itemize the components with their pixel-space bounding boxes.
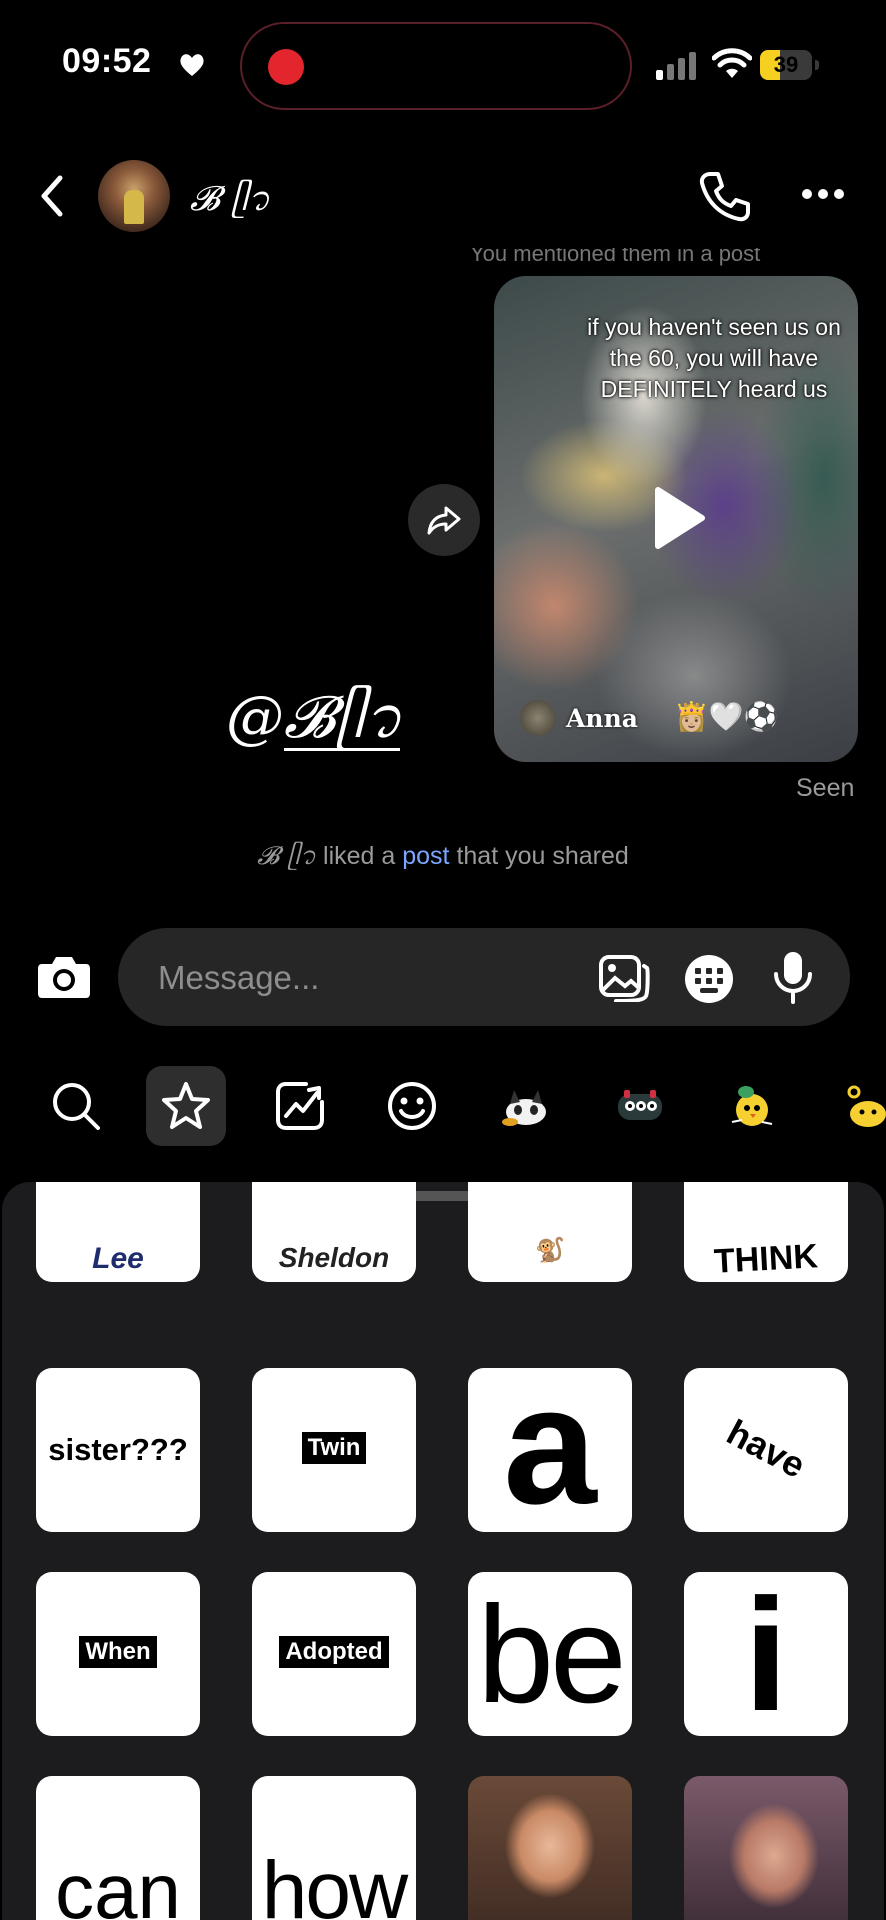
cat-sticker-tab-icon[interactable] — [500, 1084, 552, 1128]
status-time: 09:52 — [62, 42, 152, 80]
wifi-icon — [712, 48, 752, 78]
keyboard-sticker-icon[interactable] — [684, 954, 734, 1004]
activity-suffix: that you shared — [449, 842, 629, 870]
sticker-tile[interactable]: Twin — [252, 1368, 416, 1532]
cellular-signal-icon — [656, 52, 696, 80]
battery-indicator: 39 — [760, 50, 820, 80]
activity-notice: 𝓑 ᥫ᭡ liked a post that you shared — [0, 838, 886, 883]
sticker-tile[interactable]: have — [684, 1368, 848, 1532]
smiley-icon — [388, 1082, 436, 1130]
trending-icon — [276, 1082, 324, 1130]
mention-message[interactable]: @𝓑ᥫ᭡ — [226, 676, 402, 780]
sticker-text: a — [503, 1368, 597, 1532]
video-author: Anna — [566, 704, 638, 733]
message-composer — [118, 928, 850, 1026]
sticker-tile[interactable]: be — [468, 1572, 632, 1736]
sticker-text: When — [79, 1636, 157, 1668]
sticker-text: Adopted — [279, 1636, 389, 1668]
sticker-tile[interactable]: sister??? — [36, 1368, 200, 1532]
monkey-icon: 🐒 — [535, 1237, 565, 1264]
reply-preview: You mentioned them in a post — [470, 248, 761, 266]
activity-prefix: liked a — [316, 842, 403, 870]
sticker-tile[interactable]: how — [252, 1776, 416, 1920]
gallery-icon[interactable] — [598, 954, 650, 1002]
tab-emoji[interactable] — [372, 1066, 452, 1146]
sticker-tile[interactable]: When — [36, 1572, 200, 1736]
sticker-text: be — [477, 1578, 627, 1732]
video-caption: if you haven't seen us on the 60, you wi… — [587, 314, 841, 402]
tab-trending[interactable] — [260, 1066, 340, 1146]
sticker-text: Twin — [301, 1432, 367, 1464]
sticker-tile[interactable]: Sheldon — [252, 1182, 416, 1282]
avatar[interactable] — [98, 160, 170, 232]
phone-icon[interactable] — [696, 168, 752, 224]
sticker-tile[interactable]: can — [36, 1776, 200, 1920]
sticker-text: Lee — [92, 1242, 144, 1275]
sticker-tile[interactable]: i — [684, 1572, 848, 1736]
heart-icon — [180, 54, 204, 76]
sticker-text: how — [261, 1845, 408, 1920]
video-author-emojis: 👸🏼🤍⚽ — [674, 701, 779, 732]
share-button[interactable] — [408, 484, 480, 556]
sticker-panel: Lee Sheldon 🐒 THINK sister??? Twin a hav… — [2, 1182, 884, 1920]
girl-photo-sticker[interactable] — [684, 1776, 848, 1920]
girl-photo-sticker[interactable] — [468, 1776, 632, 1920]
seen-status: Seen — [796, 774, 855, 802]
more-horizontal-icon[interactable] — [800, 186, 846, 202]
mention-underline — [284, 748, 400, 751]
chevron-left-icon[interactable] — [30, 170, 74, 222]
recording-indicator — [268, 49, 304, 85]
star-icon — [162, 1082, 210, 1129]
share-arrow-icon — [427, 506, 461, 535]
chick-sticker-tab-icon[interactable] — [726, 1084, 778, 1128]
sticker-text: i — [743, 1572, 789, 1736]
sticker-tile[interactable]: a — [468, 1368, 632, 1532]
play-icon[interactable] — [652, 484, 708, 552]
tab-search[interactable] — [36, 1066, 116, 1146]
camera-icon[interactable] — [36, 952, 92, 1000]
sticker-tile[interactable]: Lee — [36, 1182, 200, 1282]
sticker-text: can — [55, 1847, 181, 1920]
contact-name[interactable]: 𝓑 ᥫ᭡ — [190, 174, 270, 235]
search-icon — [53, 1083, 100, 1130]
sticker-text: have — [720, 1411, 813, 1486]
activity-name: 𝓑 ᥫ᭡ — [257, 841, 317, 870]
sticker-text: Sheldon — [278, 1242, 390, 1273]
video-author-avatar — [520, 700, 556, 736]
duck-sticker-tab-icon[interactable] — [842, 1084, 886, 1128]
dynamic-island — [240, 22, 632, 110]
battery-level: 39 — [773, 52, 799, 77]
blob-sticker-tab-icon[interactable] — [614, 1084, 666, 1128]
sticker-tile[interactable]: 🐒 — [468, 1182, 632, 1282]
sticker-text: sister??? — [48, 1432, 188, 1467]
sticker-text: THINK — [713, 1237, 819, 1281]
sticker-tile[interactable]: Adopted — [252, 1572, 416, 1736]
message-input[interactable] — [158, 956, 538, 1000]
activity-post-link[interactable]: post — [402, 842, 449, 870]
sticker-tile[interactable]: THINK — [684, 1182, 848, 1282]
microphone-icon[interactable] — [772, 950, 814, 1004]
tab-favorites[interactable] — [146, 1066, 226, 1146]
shared-video-card[interactable]: if you haven't seen us on the 60, you wi… — [494, 276, 858, 762]
